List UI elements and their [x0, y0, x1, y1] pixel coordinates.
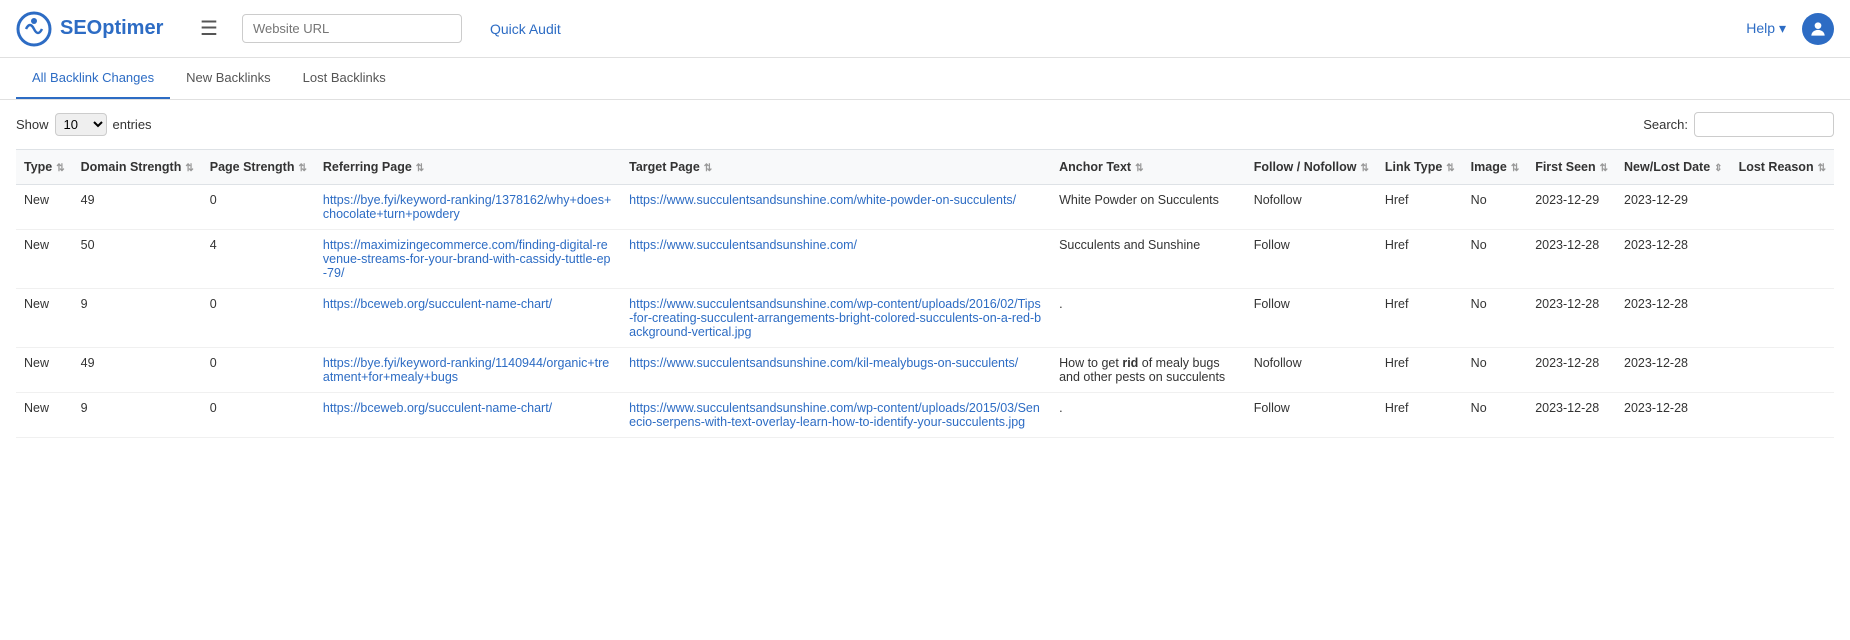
show-label: Show	[16, 117, 49, 132]
logo-icon	[16, 11, 52, 47]
tab-all-backlink-changes[interactable]: All Backlink Changes	[16, 58, 170, 99]
table-row: New90https://bceweb.org/succulent-name-c…	[16, 393, 1834, 438]
show-entries-control: Show 10 25 50 100 entries	[16, 113, 152, 136]
tab-new-backlinks[interactable]: New Backlinks	[170, 58, 287, 99]
table-link[interactable]: https://www.succulentsandsunshine.com/wp…	[629, 401, 1040, 429]
table-link[interactable]: https://bceweb.org/succulent-name-chart/	[323, 297, 552, 311]
table-row: New90https://bceweb.org/succulent-name-c…	[16, 289, 1834, 348]
col-follow-nofollow[interactable]: Follow / Nofollow⇅	[1246, 150, 1377, 185]
table-row: New490https://bye.fyi/keyword-ranking/11…	[16, 348, 1834, 393]
sort-icon-image: ⇅	[1511, 163, 1519, 174]
table-link[interactable]: https://www.succulentsandsunshine.com/	[629, 238, 857, 252]
table-link[interactable]: https://www.succulentsandsunshine.com/wp…	[629, 297, 1041, 339]
table-row: New490https://bye.fyi/keyword-ranking/13…	[16, 185, 1834, 230]
col-new-lost-date[interactable]: New/Lost Date⇕	[1616, 150, 1731, 185]
table-link[interactable]: https://www.succulentsandsunshine.com/wh…	[629, 193, 1016, 207]
col-domain-strength[interactable]: Domain Strength⇅	[73, 150, 202, 185]
logo-area: SEOptimer	[16, 11, 176, 47]
col-first-seen[interactable]: First Seen⇅	[1527, 150, 1616, 185]
search-input[interactable]	[1694, 112, 1834, 137]
col-image[interactable]: Image⇅	[1463, 150, 1528, 185]
logo-text: SEOptimer	[60, 17, 163, 40]
table-link[interactable]: https://bye.fyi/keyword-ranking/1140944/…	[323, 356, 609, 384]
col-type[interactable]: Type⇅	[16, 150, 73, 185]
sort-icon-type: ⇅	[56, 163, 64, 174]
table-row: New504https://maximizingecommerce.com/fi…	[16, 230, 1834, 289]
tab-lost-backlinks[interactable]: Lost Backlinks	[287, 58, 402, 99]
col-lost-reason[interactable]: Lost Reason⇅	[1731, 150, 1834, 185]
sort-icon-target-page: ⇅	[704, 163, 712, 174]
header: SEOptimer ☰ Quick Audit Help ▾	[0, 0, 1850, 58]
entries-select[interactable]: 10 25 50 100	[55, 113, 107, 136]
website-url-input[interactable]	[242, 14, 462, 43]
table-controls: Show 10 25 50 100 entries Search:	[0, 100, 1850, 149]
sort-icon-page-strength: ⇅	[298, 163, 306, 174]
search-label: Search:	[1643, 117, 1688, 132]
table-link[interactable]: https://www.succulentsandsunshine.com/ki…	[629, 356, 1018, 370]
help-button[interactable]: Help ▾	[1746, 20, 1786, 37]
sort-icon-first-seen: ⇅	[1600, 163, 1608, 174]
sort-icon-lost-reason: ⇅	[1818, 163, 1826, 174]
tabs: All Backlink Changes New Backlinks Lost …	[0, 58, 1850, 100]
table-link[interactable]: https://bye.fyi/keyword-ranking/1378162/…	[323, 193, 611, 221]
backlinks-table: Type⇅ Domain Strength⇅ Page Strength⇅ Re…	[16, 149, 1834, 438]
sort-icon-follow: ⇅	[1360, 163, 1368, 174]
sort-icon-new-lost-date: ⇕	[1714, 163, 1722, 174]
quick-audit-button[interactable]: Quick Audit	[478, 15, 573, 43]
col-page-strength[interactable]: Page Strength⇅	[202, 150, 315, 185]
table-link[interactable]: https://bceweb.org/succulent-name-chart/	[323, 401, 552, 415]
search-area: Search:	[1643, 112, 1834, 137]
table-wrapper: Type⇅ Domain Strength⇅ Page Strength⇅ Re…	[0, 149, 1850, 438]
table-header-row: Type⇅ Domain Strength⇅ Page Strength⇅ Re…	[16, 150, 1834, 185]
avatar[interactable]	[1802, 13, 1834, 45]
sort-icon-referring-page: ⇅	[416, 163, 424, 174]
sort-icon-anchor-text: ⇅	[1135, 163, 1143, 174]
col-target-page[interactable]: Target Page⇅	[621, 150, 1051, 185]
col-link-type[interactable]: Link Type⇅	[1377, 150, 1463, 185]
hamburger-button[interactable]: ☰	[192, 12, 226, 45]
table-link[interactable]: https://maximizingecommerce.com/finding-…	[323, 238, 611, 280]
col-referring-page[interactable]: Referring Page⇅	[315, 150, 621, 185]
entries-label: entries	[113, 117, 152, 132]
header-right: Help ▾	[1746, 13, 1834, 45]
sort-icon-link-type: ⇅	[1446, 163, 1454, 174]
col-anchor-text[interactable]: Anchor Text⇅	[1051, 150, 1246, 185]
sort-icon-domain-strength: ⇅	[185, 163, 193, 174]
